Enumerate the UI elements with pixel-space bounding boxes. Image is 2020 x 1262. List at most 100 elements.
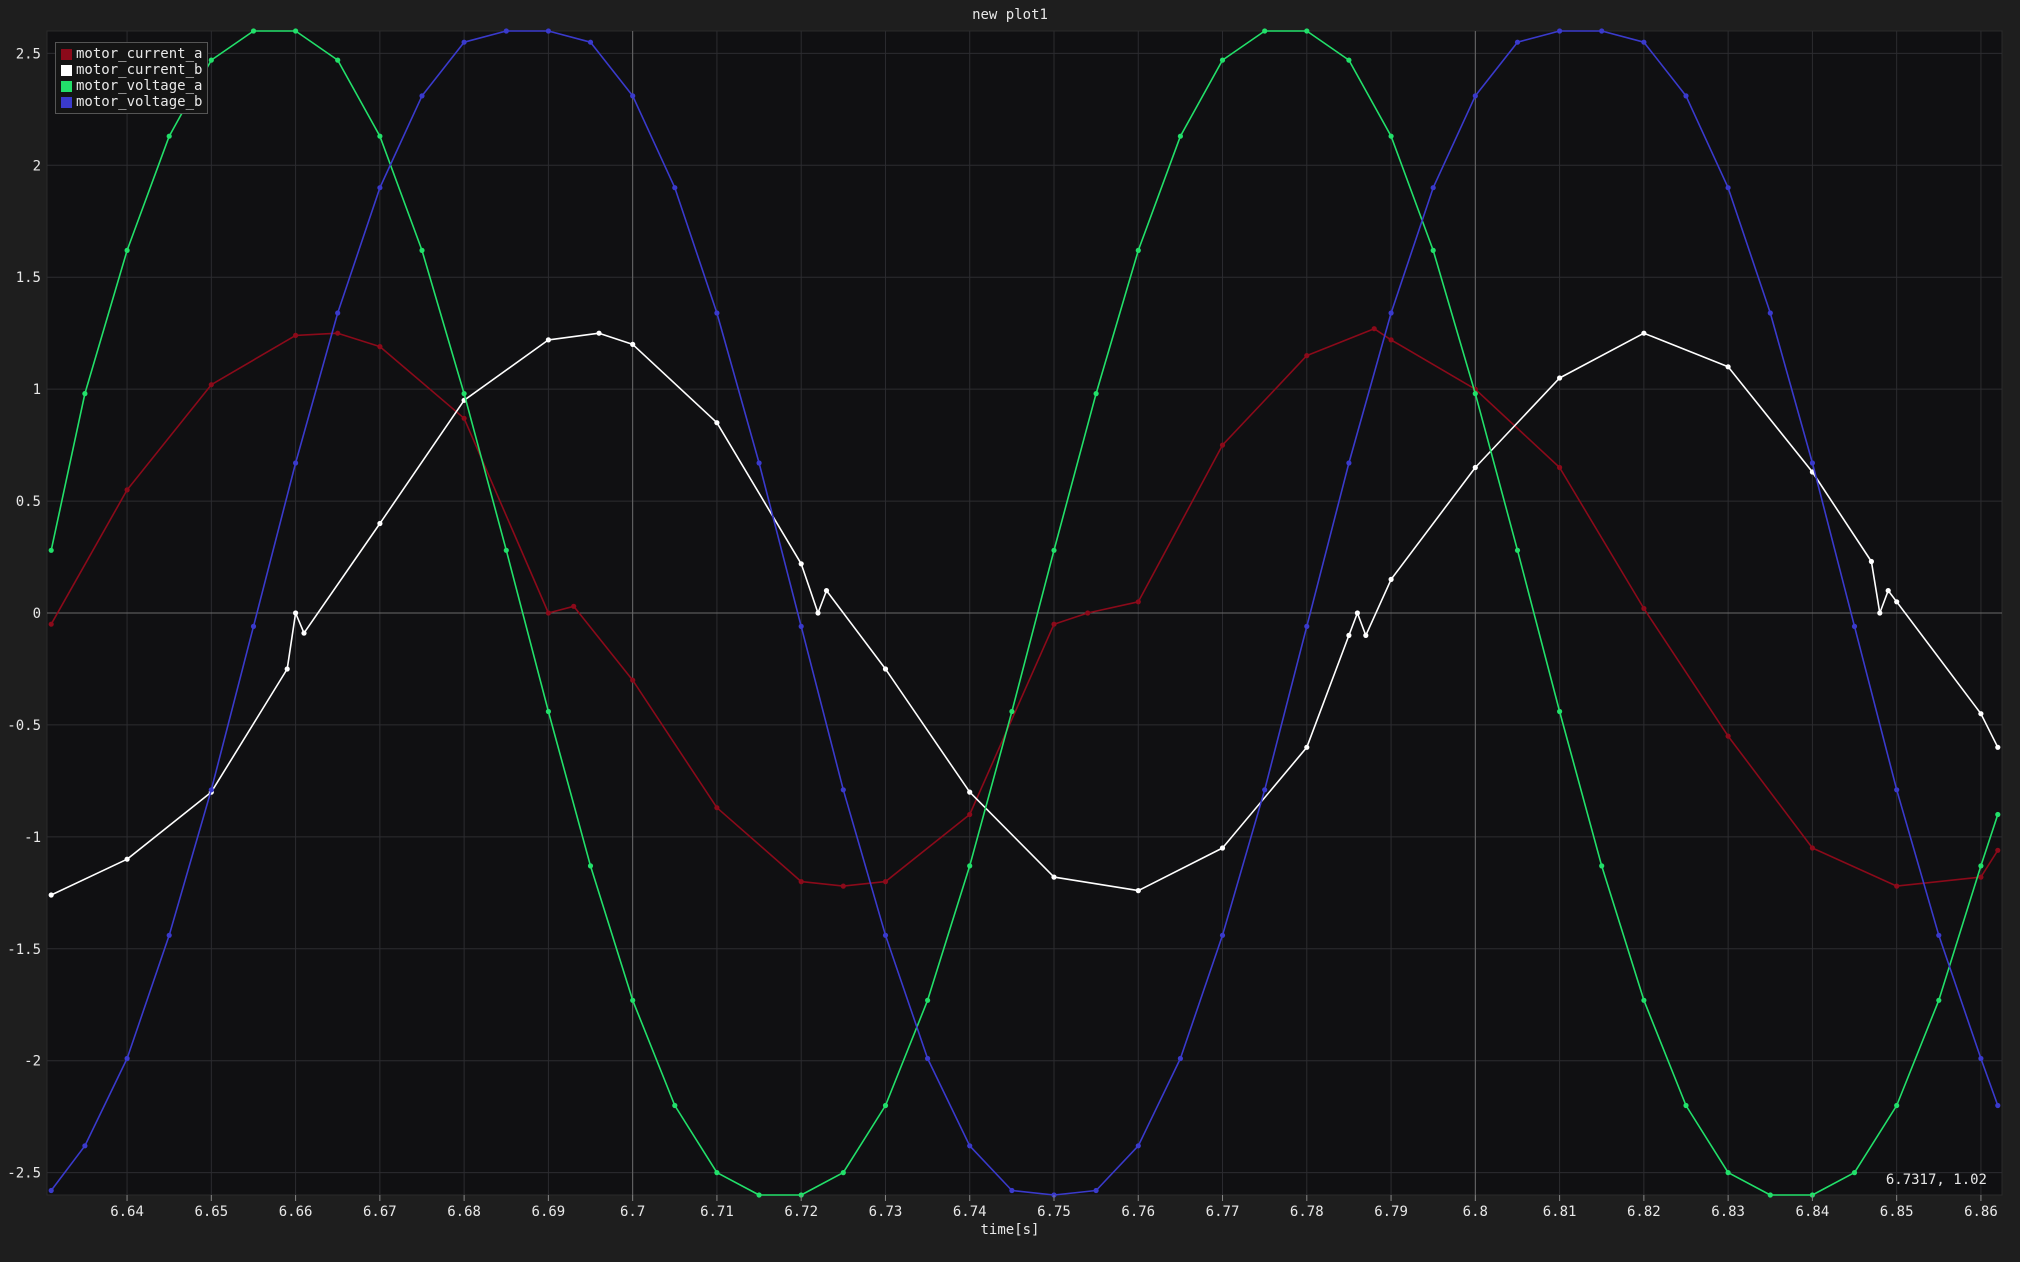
data-point <box>293 28 299 34</box>
data-point <box>284 666 290 672</box>
data-point <box>1599 28 1605 34</box>
data-point <box>1557 708 1563 715</box>
legend-item-motor_current_b[interactable]: motor_current_b <box>61 62 202 78</box>
data-point <box>419 93 425 99</box>
data-point <box>461 415 467 421</box>
data-point <box>1978 1055 1984 1062</box>
data-point <box>1051 621 1057 627</box>
data-point <box>1683 1102 1689 1109</box>
data-point <box>630 997 636 1003</box>
data-point <box>1641 39 1647 45</box>
legend-item-motor_current_a[interactable]: motor_current_a <box>61 46 202 62</box>
data-point <box>82 1143 88 1149</box>
x-tick-label: 6.82 <box>1627 1204 1661 1220</box>
legend[interactable]: motor_current_a motor_current_b motor_volt… <box>55 42 209 114</box>
x-tick-label: 6.77 <box>1206 1204 1240 1220</box>
data-point <box>596 330 602 336</box>
x-tick-label: 6.83 <box>1711 1204 1745 1220</box>
data-point <box>798 561 804 567</box>
data-point <box>124 487 130 493</box>
data-point <box>882 1102 889 1109</box>
data-point <box>882 932 889 938</box>
data-point <box>82 391 88 397</box>
data-point <box>166 133 172 139</box>
legend-swatch <box>61 96 72 108</box>
data-point <box>630 677 636 683</box>
data-point <box>1557 464 1563 471</box>
x-axis-label: time[s] <box>980 1222 1040 1238</box>
data-point <box>840 787 846 793</box>
x-tick-label: 6.72 <box>784 1204 818 1220</box>
data-point <box>1885 588 1891 594</box>
data-point <box>1219 57 1226 63</box>
data-point <box>1371 326 1377 332</box>
x-tick-label: 6.78 <box>1290 1204 1324 1220</box>
data-point <box>1995 1102 2001 1109</box>
data-point <box>124 1055 130 1062</box>
data-point <box>1009 708 1015 715</box>
x-tick-label: 6.8 <box>1463 1204 1488 1220</box>
data-point <box>166 932 172 938</box>
data-point <box>1809 845 1815 851</box>
data-point <box>1430 185 1436 191</box>
data-point <box>882 879 889 885</box>
data-point <box>1430 247 1436 253</box>
x-tick-label: 6.75 <box>1037 1204 1071 1220</box>
data-point <box>1936 932 1942 938</box>
data-point <box>630 93 636 99</box>
data-point <box>1978 874 1984 880</box>
x-tick-label: 6.86 <box>1964 1204 1998 1220</box>
data-point <box>250 28 257 34</box>
data-point <box>1725 364 1731 370</box>
data-point <box>1767 310 1773 316</box>
data-point <box>967 789 973 795</box>
data-point <box>1472 391 1478 397</box>
data-point <box>1304 623 1310 630</box>
data-point <box>48 547 54 553</box>
data-point <box>967 1143 973 1149</box>
data-point <box>1599 863 1605 869</box>
x-tick-label: 6.66 <box>279 1204 313 1220</box>
legend-label: motor_current_a <box>76 46 203 62</box>
data-point <box>419 247 425 253</box>
legend-label: motor_voltage_b <box>76 94 203 110</box>
legend-item-motor_voltage_a[interactable]: motor_voltage_a <box>61 78 202 94</box>
data-point <box>630 341 636 347</box>
x-tick-label: 6.67 <box>363 1204 397 1220</box>
data-point <box>823 588 830 594</box>
y-tick-label: 0.5 <box>16 494 41 510</box>
data-point <box>1177 1055 1183 1062</box>
data-point <box>1354 610 1360 616</box>
data-point <box>124 856 130 862</box>
data-point <box>461 391 467 397</box>
data-point <box>1472 464 1478 471</box>
data-point <box>840 1170 846 1176</box>
data-point <box>967 811 973 818</box>
x-tick-label: 6.65 <box>194 1204 228 1220</box>
data-point <box>1894 787 1900 793</box>
legend-swatch <box>61 48 72 60</box>
data-point <box>798 623 804 630</box>
plot-canvas[interactable]: 6.64 6.65 6.66 6.67 6.68 6.69 6.7 6.71 6.72 6.73 6… <box>0 0 2020 1262</box>
legend-swatch <box>61 80 72 92</box>
data-point <box>1557 375 1563 381</box>
data-point <box>250 623 257 630</box>
x-tick-label: 6.69 <box>532 1204 566 1220</box>
data-point <box>377 520 383 527</box>
data-point <box>882 666 889 672</box>
legend-item-motor_voltage_b[interactable]: motor_voltage_b <box>61 94 202 110</box>
x-axis: 6.64 6.65 6.66 6.67 6.68 6.69 6.7 6.71 6.72 6.73 6… <box>110 1195 1998 1220</box>
data-point <box>1995 847 2001 853</box>
data-point <box>672 1102 678 1109</box>
y-tick-label: -1 <box>24 830 41 846</box>
data-point <box>1085 610 1091 616</box>
data-point <box>48 1187 54 1194</box>
y-tick-label: 1 <box>33 382 41 398</box>
y-tick-label: 0 <box>33 606 41 622</box>
data-point <box>1683 93 1689 99</box>
data-point <box>293 610 299 616</box>
data-point <box>587 863 594 869</box>
data-point <box>1877 610 1883 616</box>
data-point <box>714 420 720 426</box>
data-point <box>1388 337 1394 343</box>
